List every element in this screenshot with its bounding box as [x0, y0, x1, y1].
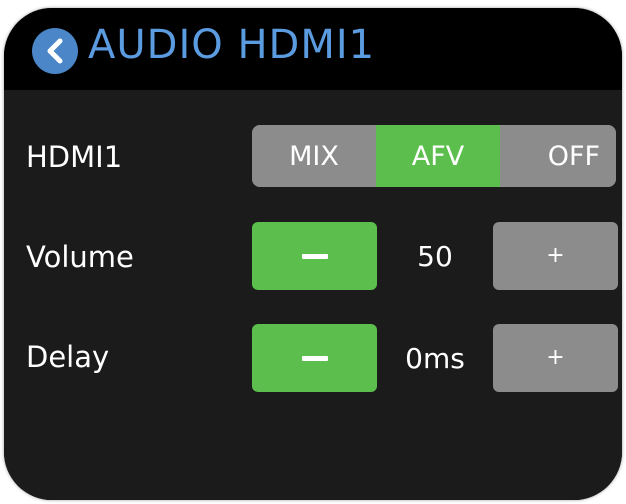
settings-panel: HDMI1 MIX AFV OFF Volume 50 + Delay 0ms: [4, 90, 622, 500]
delay-value: 0ms: [405, 342, 465, 375]
delay-row-label: Delay: [26, 340, 110, 374]
header-bar: AUDIO HDMI1: [4, 8, 622, 86]
minus-icon: [301, 253, 328, 259]
mode-option-mix-label: MIX: [289, 140, 339, 172]
hdmi-row-label: HDMI1: [26, 140, 123, 174]
mode-option-off-label: OFF: [547, 140, 600, 172]
device-screen: AUDIO HDMI1 HDMI1 MIX AFV OFF Volume 50 …: [4, 8, 622, 500]
mode-option-mix[interactable]: MIX: [252, 125, 376, 187]
audio-mode-selector: MIX AFV OFF: [252, 125, 616, 187]
chevron-left-icon: [47, 38, 63, 64]
minus-icon: [301, 355, 328, 361]
volume-row-label: Volume: [26, 240, 134, 274]
mode-option-afv[interactable]: AFV: [376, 125, 500, 187]
mode-option-afv-label: AFV: [411, 140, 465, 172]
back-button[interactable]: [32, 28, 78, 74]
volume-value: 50: [417, 240, 453, 273]
plus-icon: +: [546, 243, 565, 268]
delay-decrease-button[interactable]: [252, 324, 377, 392]
volume-increase-button[interactable]: +: [493, 222, 618, 290]
page-title: AUDIO HDMI1: [88, 22, 376, 68]
delay-increase-button[interactable]: +: [493, 324, 618, 392]
plus-icon: +: [546, 345, 565, 370]
mode-option-off[interactable]: OFF: [500, 125, 616, 187]
volume-decrease-button[interactable]: [252, 222, 377, 290]
